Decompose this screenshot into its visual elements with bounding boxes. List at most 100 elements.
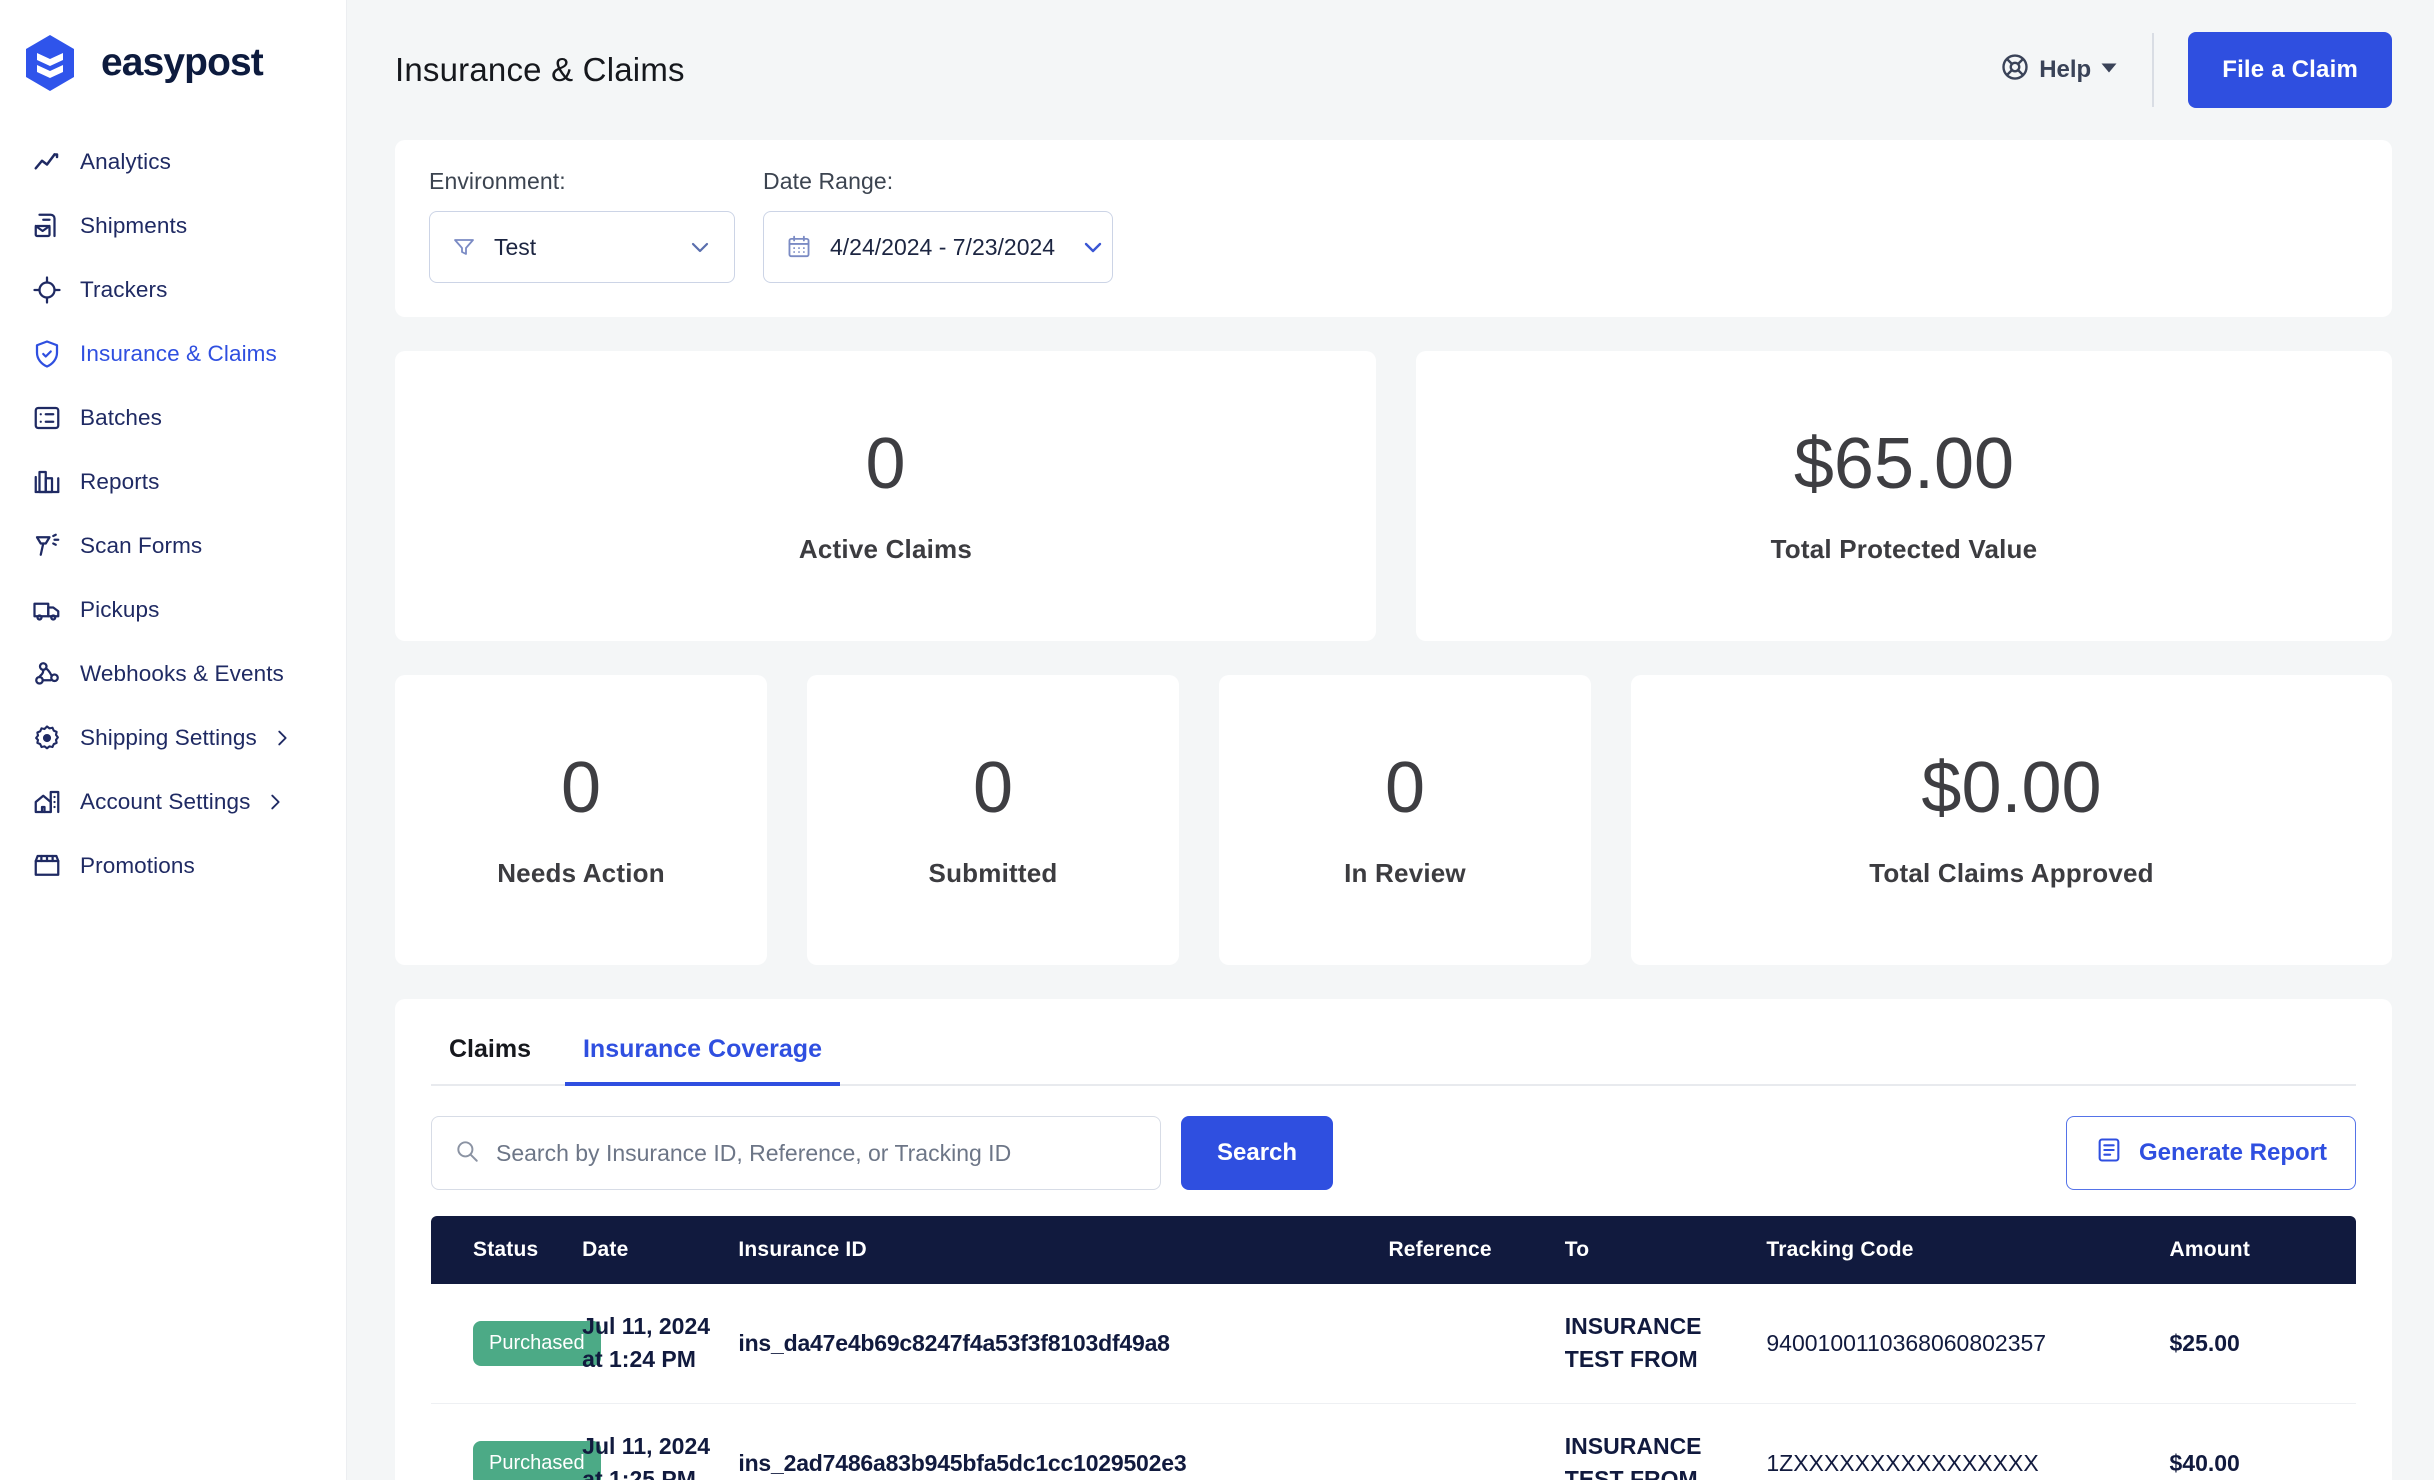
gear-icon <box>30 721 64 755</box>
sidebar-item-label: Account Settings <box>80 789 251 814</box>
sidebar-item-webhooks-events[interactable]: Webhooks & Events <box>0 642 346 706</box>
sidebar-item-label: Reports <box>80 469 160 494</box>
stats-row-primary: 0 Active Claims $65.00 Total Protected V… <box>395 351 2392 641</box>
trackers-target-icon <box>30 273 64 307</box>
sidebar-item-shipments[interactable]: Shipments <box>0 194 346 258</box>
stat-label: Total Protected Value <box>1770 533 2038 564</box>
tab-insurance-coverage[interactable]: Insurance Coverage <box>564 1035 840 1086</box>
cell-tracking-code-link[interactable]: 1ZXXXXXXXXXXXXXXXX <box>1766 1403 2170 1480</box>
cell-status: Purchased <box>431 1284 601 1404</box>
insurance-coverage-table: Status Date Insurance ID Reference To Tr… <box>431 1216 2356 1480</box>
brand-logo[interactable]: easypost <box>0 18 346 102</box>
stat-label: Needs Action <box>497 857 665 888</box>
stats-row-secondary: 0 Needs Action 0 Submitted 0 In Review $… <box>395 675 2392 965</box>
page-header: Insurance & Claims Help File a Claim <box>347 0 2434 140</box>
column-header-tracking-code[interactable]: Tracking Code <box>1766 1216 2170 1284</box>
sidebar-item-insurance-claims[interactable]: Insurance & Claims <box>0 322 346 386</box>
column-header-insurance-id[interactable]: Insurance ID <box>738 1216 1389 1284</box>
search-input[interactable] <box>496 1139 1138 1167</box>
table-row[interactable]: Purchased Jul 11, 2024 at 1:24 PM ins_da… <box>431 1284 2356 1404</box>
sidebar-item-label: Shipping Settings <box>80 725 257 750</box>
table-row[interactable]: Purchased Jul 11, 2024 at 1:25 PM ins_2a… <box>431 1403 2356 1480</box>
shipments-package-icon <box>30 209 64 243</box>
sidebar-item-account-settings[interactable]: Account Settings <box>0 770 346 834</box>
help-label: Help <box>2039 56 2092 83</box>
to-line-2: TEST FROM <box>1564 1466 1698 1480</box>
help-menu-button[interactable]: Help <box>2000 52 2152 89</box>
sidebar-item-pickups[interactable]: Pickups <box>0 578 346 642</box>
svg-text:easypost: easypost <box>101 41 264 84</box>
page-title: Insurance & Claims <box>395 51 685 88</box>
account-building-icon <box>30 785 64 819</box>
date-range-filter: Date Range: 4/24/2024 - 7/23/2024 <box>763 168 1113 283</box>
filter-funnel-icon <box>452 235 476 259</box>
sidebar-item-scan-forms[interactable]: Scan Forms <box>0 514 346 578</box>
stat-label: Submitted <box>928 857 1058 888</box>
generate-report-button[interactable]: Generate Report <box>2065 1116 2356 1190</box>
sidebar-item-reports[interactable]: Reports <box>0 450 346 514</box>
sidebar-item-analytics[interactable]: Analytics <box>0 130 346 194</box>
column-header-date[interactable]: Date <box>582 1216 739 1284</box>
date-range-label: Date Range: <box>763 168 894 194</box>
environment-value: Test <box>494 233 537 260</box>
panel-tabs: Claims Insurance Coverage <box>431 1033 2356 1086</box>
stat-value: 0 <box>1384 747 1426 828</box>
sidebar-nav: Analytics Shipments Trackers Insurance &… <box>0 130 346 898</box>
sidebar-item-promotions[interactable]: Promotions <box>0 834 346 898</box>
sidebar-item-shipping-settings[interactable]: Shipping Settings <box>0 706 346 770</box>
sidebar-item-label: Insurance & Claims <box>80 341 277 366</box>
stat-card-total-protected-value: $65.00 Total Protected Value <box>1415 351 2392 641</box>
stat-card-needs-action: 0 Needs Action <box>395 675 767 965</box>
stat-label: Active Claims <box>798 533 973 564</box>
table-header: Status Date Insurance ID Reference To Tr… <box>431 1216 2356 1284</box>
table-header-row: Status Date Insurance ID Reference To Tr… <box>431 1216 2356 1284</box>
environment-select[interactable]: Test <box>429 211 735 283</box>
cell-date: Jul 11, 2024 at 1:25 PM <box>582 1403 739 1480</box>
filter-bar: Environment: Test Date Range: 4/24/2024 … <box>395 140 2392 317</box>
page-content: Environment: Test Date Range: 4/24/2024 … <box>347 140 2434 1480</box>
reports-bar-chart-icon <box>30 465 64 499</box>
date-range-select[interactable]: 4/24/2024 - 7/23/2024 <box>763 211 1113 283</box>
cell-status: Purchased <box>431 1403 601 1480</box>
stat-card-total-claims-approved: $0.00 Total Claims Approved <box>1631 675 2392 965</box>
search-toolbar: Search Generate Report <box>431 1086 2356 1216</box>
column-header-to[interactable]: To <box>1564 1216 1767 1284</box>
header-actions: Help File a Claim <box>2000 32 2392 108</box>
cell-tracking-code-link[interactable]: 9400100110368060802357 <box>1766 1284 2170 1404</box>
stat-value: $0.00 <box>1921 747 2102 828</box>
batches-list-icon <box>30 401 64 435</box>
date-line-2: at 1:24 PM <box>582 1346 696 1373</box>
to-line-1: INSURANCE <box>1564 1313 1702 1339</box>
stat-value: 0 <box>972 747 1014 828</box>
document-report-icon <box>2095 1136 2123 1171</box>
search-icon <box>454 1138 480 1169</box>
stat-value: 0 <box>865 423 906 504</box>
date-range-value: 4/24/2024 - 7/23/2024 <box>830 233 1056 260</box>
main-area: Insurance & Claims Help File a Claim Env… <box>347 0 2434 1480</box>
stat-value: $65.00 <box>1793 423 2015 504</box>
column-header-reference[interactable]: Reference <box>1388 1216 1565 1284</box>
sidebar-item-trackers[interactable]: Trackers <box>0 258 346 322</box>
promotions-store-icon <box>30 849 64 883</box>
chevron-down-icon <box>1055 235 1105 259</box>
generate-report-label: Generate Report <box>2138 1139 2327 1166</box>
sidebar-item-label: Batches <box>80 405 162 430</box>
easypost-logo-icon <box>26 35 74 91</box>
date-line-2: at 1:25 PM <box>582 1466 696 1480</box>
stat-label: Total Claims Approved <box>1869 857 2154 888</box>
stat-card-submitted: 0 Submitted <box>807 675 1179 965</box>
search-field-wrapper[interactable] <box>431 1116 1161 1190</box>
search-button[interactable]: Search <box>1181 1116 1334 1190</box>
sidebar-item-label: Shipments <box>80 213 188 238</box>
sidebar-item-label: Trackers <box>80 277 168 302</box>
column-header-status[interactable]: Status <box>431 1216 583 1284</box>
file-a-claim-button[interactable]: File a Claim <box>2188 32 2392 108</box>
chevron-down-icon <box>2100 56 2118 84</box>
to-line-1: INSURANCE <box>1564 1432 1702 1459</box>
sidebar-item-batches[interactable]: Batches <box>0 386 346 450</box>
tab-claims[interactable]: Claims <box>431 1035 549 1086</box>
easypost-wordmark: easypost <box>101 41 265 84</box>
scan-forms-scanner-icon <box>30 529 64 563</box>
claims-panel: Claims Insurance Coverage Search by Insu… <box>395 999 2392 1480</box>
column-header-amount[interactable]: Amount <box>2169 1216 2356 1284</box>
